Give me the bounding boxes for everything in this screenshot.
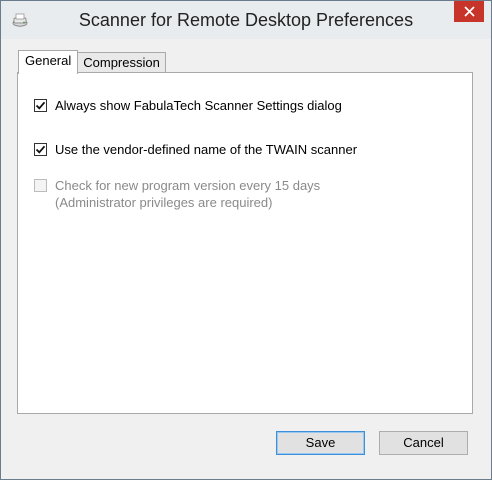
option-vendor-defined-name[interactable]: Use the vendor-defined name of the TWAIN… bbox=[34, 141, 357, 158]
show-settings-dialog-checkbox[interactable] bbox=[34, 99, 47, 112]
tab-strip: General Compression bbox=[18, 50, 166, 74]
close-button[interactable] bbox=[454, 1, 484, 22]
show-settings-dialog-label: Always show FabulaTech Scanner Settings … bbox=[55, 98, 342, 113]
general-tab-panel: Always show FabulaTech Scanner Settings … bbox=[17, 72, 473, 414]
tab-compression[interactable]: Compression bbox=[77, 52, 166, 73]
vendor-defined-name-label: Use the vendor-defined name of the TWAIN… bbox=[55, 142, 358, 157]
check-updates-label-line1: Check for new program version every 15 d… bbox=[55, 178, 321, 193]
check-updates-label: Check for new program version every 15 d… bbox=[55, 177, 320, 211]
preferences-window: Scanner for Remote Desktop Preferences G… bbox=[0, 0, 492, 480]
window-title: Scanner for Remote Desktop Preferences bbox=[78, 10, 414, 30]
checkmark-icon bbox=[35, 101, 46, 110]
tab-general[interactable]: General bbox=[18, 50, 79, 74]
cancel-button[interactable]: Cancel bbox=[379, 431, 468, 455]
save-button[interactable]: Save bbox=[276, 431, 365, 455]
check-updates-label-line2: (Administrator privileges are required) bbox=[55, 195, 273, 210]
option-check-updates: Check for new program version every 15 d… bbox=[34, 177, 320, 211]
vendor-defined-name-checkbox[interactable] bbox=[34, 143, 47, 156]
checkmark-icon bbox=[35, 145, 46, 154]
title-bar[interactable]: Scanner for Remote Desktop Preferences bbox=[1, 1, 491, 39]
close-icon bbox=[463, 6, 475, 17]
dialog-client-area: General Compression Always show FabulaTe… bbox=[9, 39, 483, 473]
option-show-settings-dialog[interactable]: Always show FabulaTech Scanner Settings … bbox=[34, 97, 342, 114]
check-updates-checkbox bbox=[34, 179, 47, 192]
